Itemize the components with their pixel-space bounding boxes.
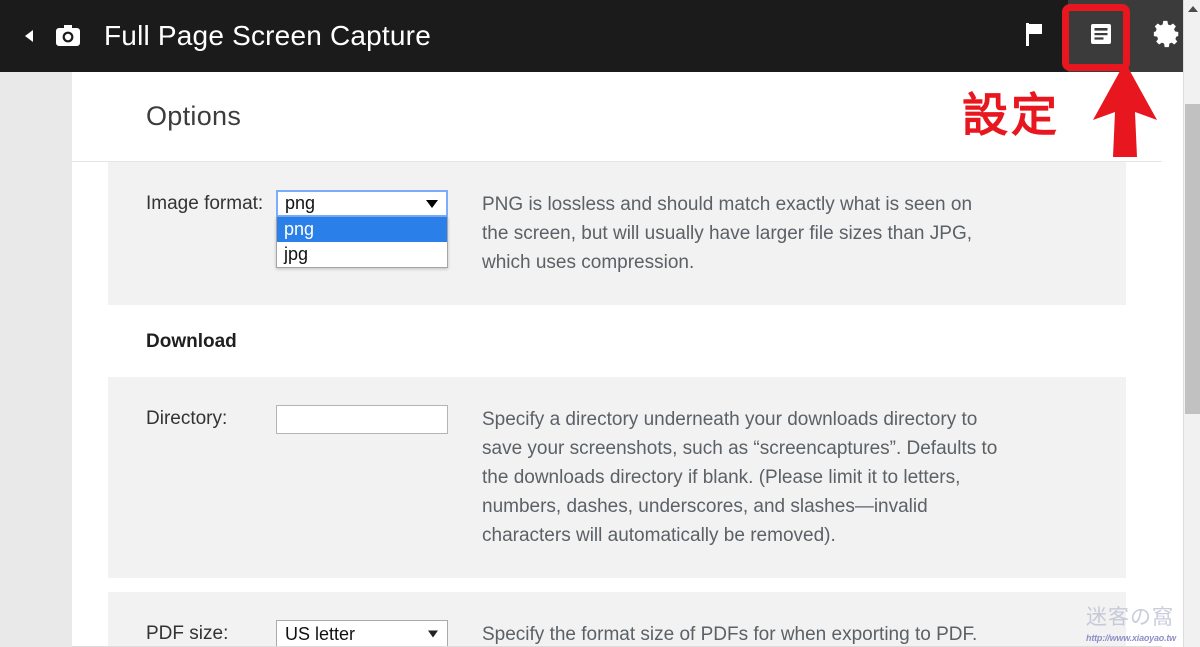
- gear-icon: [1152, 19, 1182, 54]
- directory-description: Specify a directory underneath your down…: [482, 409, 998, 546]
- app-header: Full Page Screen Capture: [0, 0, 1200, 72]
- app-window: Full Page Screen Capture 設定 Options Imag…: [0, 0, 1200, 647]
- directory-input[interactable]: [276, 405, 448, 434]
- camera-icon: [48, 23, 88, 49]
- chevron-down-icon: [426, 199, 438, 208]
- options-page: Options Image format: png png jpg PNG is…: [72, 72, 1162, 647]
- image-format-select[interactable]: png: [276, 190, 448, 217]
- image-format-value: png: [285, 193, 316, 213]
- flag-icon: [1023, 21, 1047, 52]
- directory-control: [276, 405, 482, 434]
- left-gutter: [0, 72, 72, 647]
- chevron-up-icon: [1187, 5, 1198, 12]
- watermark-glyphs: 迷客の窩: [1086, 605, 1174, 629]
- image-format-description: PNG is lossless and should match exactly…: [482, 194, 973, 273]
- row-image-format: Image format: png png jpg PNG is lossles…: [108, 162, 1126, 305]
- pdf-size-label: PDF size:: [146, 623, 229, 644]
- scrollbar-thumb[interactable]: [1185, 104, 1200, 414]
- image-format-control: png png jpg: [276, 190, 482, 268]
- document-icon: [1088, 21, 1114, 52]
- scroll-up-button[interactable]: [1184, 0, 1200, 17]
- vertical-scrollbar[interactable]: [1183, 0, 1200, 647]
- flag-button[interactable]: [1002, 0, 1068, 72]
- directory-label: Directory:: [146, 408, 228, 429]
- watermark-url: http://www.xiaoyao.tw: [1086, 633, 1176, 643]
- pdf-size-description: Specify the format size of PDFs for when…: [482, 624, 978, 645]
- pdf-size-select[interactable]: US letter: [276, 620, 448, 647]
- options-body: Image format: png png jpg PNG is lossles…: [72, 162, 1162, 647]
- pdf-size-control: US letter: [276, 620, 482, 647]
- back-chevron-icon[interactable]: [16, 30, 42, 42]
- section-download-title: Download: [108, 305, 1126, 377]
- image-format-dropdown-list[interactable]: png jpg: [276, 217, 448, 268]
- chevron-down-icon: [428, 630, 438, 638]
- back-chevron-glyph: [25, 30, 33, 42]
- row-gap: [108, 578, 1126, 592]
- options-heading: Options: [146, 101, 242, 131]
- option-png[interactable]: png: [277, 217, 447, 242]
- image-format-label: Image format:: [146, 193, 264, 214]
- row-pdf-size: PDF size: US letter Specify the format s…: [108, 592, 1126, 647]
- annotation-arrow-icon: [1093, 62, 1157, 157]
- pdf-size-value: US letter: [285, 623, 356, 644]
- annotation-label: 設定: [962, 88, 1060, 142]
- row-directory: Directory: Specify a directory underneat…: [108, 377, 1126, 578]
- page-title: Full Page Screen Capture: [104, 20, 431, 51]
- option-jpg[interactable]: jpg: [277, 242, 447, 267]
